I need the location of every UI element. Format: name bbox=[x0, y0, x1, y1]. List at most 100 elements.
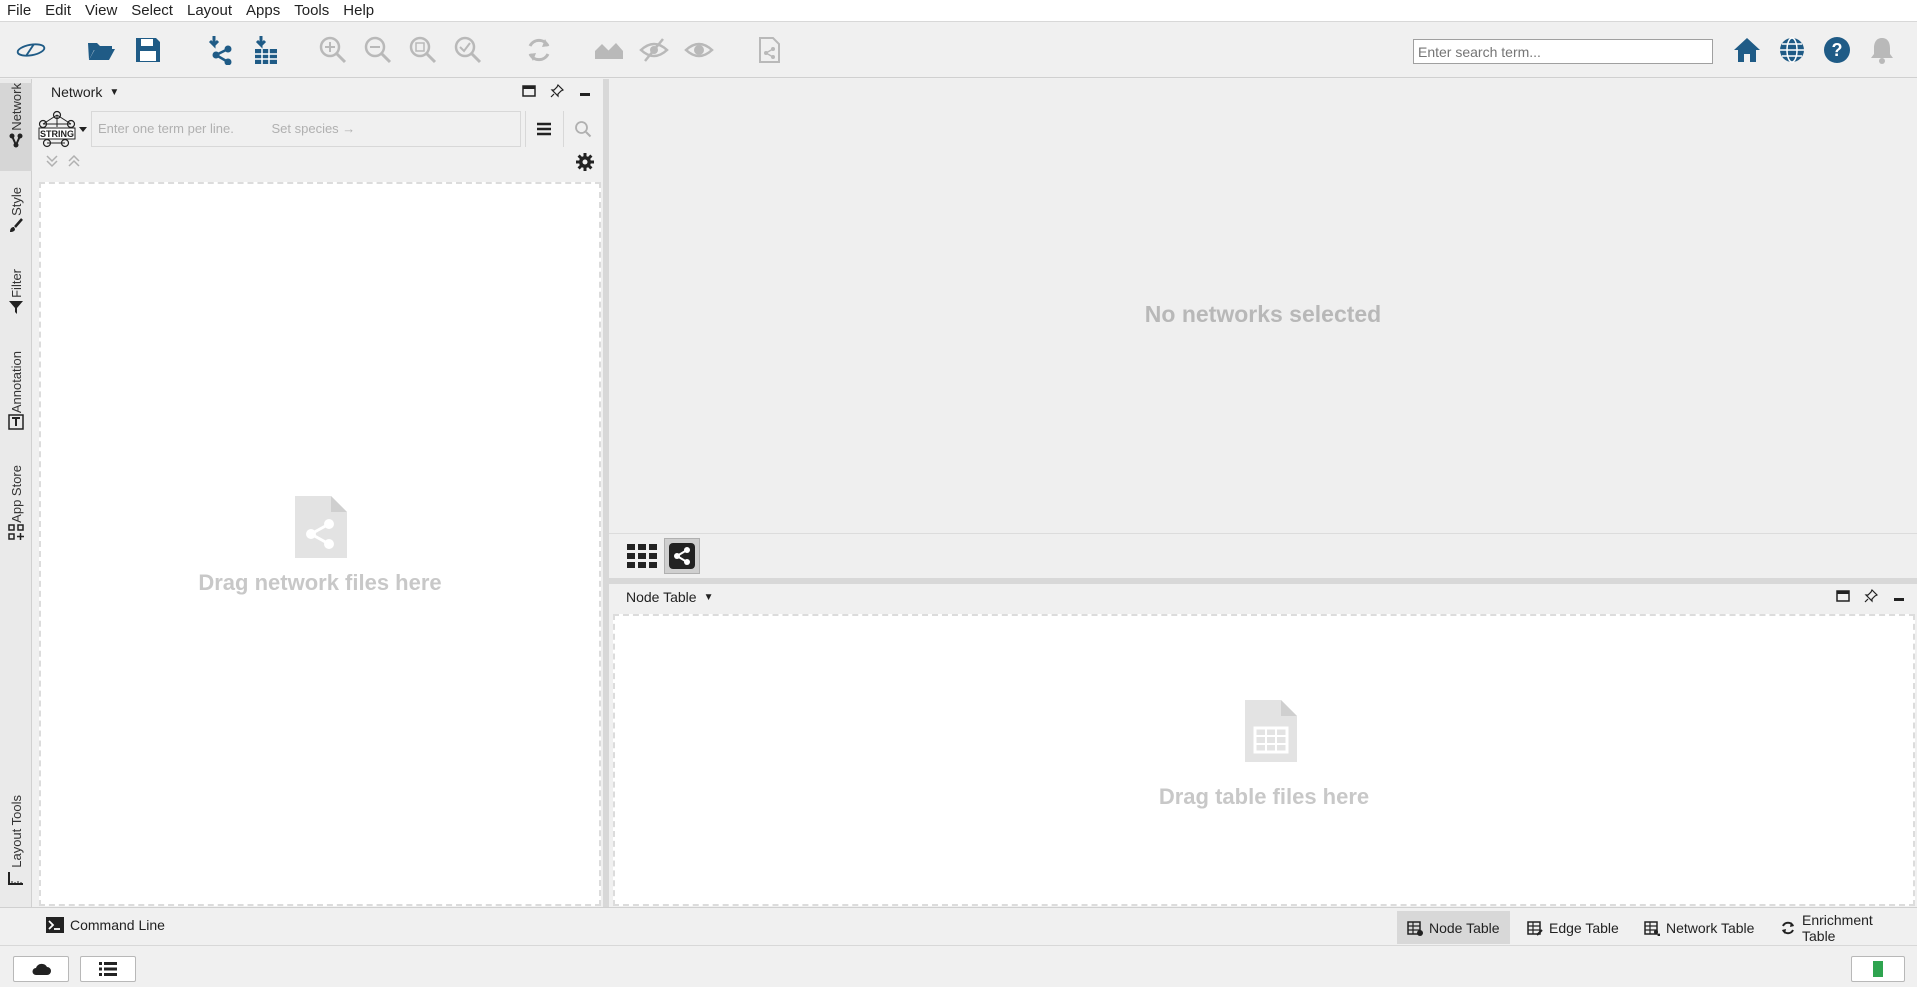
import-table-icon[interactable] bbox=[248, 33, 282, 67]
filter-icon bbox=[7, 298, 25, 316]
search-input[interactable] bbox=[1413, 39, 1713, 64]
text-annotation-icon bbox=[7, 413, 25, 431]
notification-bell-icon[interactable] bbox=[1865, 33, 1899, 67]
help-icon[interactable]: ? bbox=[1820, 33, 1854, 67]
status-bar bbox=[0, 945, 1917, 987]
share-icon bbox=[669, 543, 695, 569]
tab-style[interactable]: Style bbox=[0, 187, 32, 249]
memory-status-button[interactable] bbox=[1851, 956, 1905, 982]
menu-layout[interactable]: Layout bbox=[180, 1, 239, 21]
menu-select[interactable]: Select bbox=[124, 1, 180, 21]
string-logo-text: STRING bbox=[40, 129, 74, 139]
menu-edit[interactable]: Edit bbox=[38, 1, 78, 21]
species-hint[interactable]: Set species → bbox=[271, 121, 355, 136]
table-panel-header: Node Table ▼ bbox=[609, 584, 1917, 610]
tab-app-store[interactable]: App Store bbox=[0, 465, 32, 555]
zoom-fit-icon[interactable] bbox=[406, 33, 440, 67]
cytoscape-logo-icon[interactable] bbox=[14, 33, 48, 67]
table-panel-title[interactable]: Node Table bbox=[626, 589, 697, 605]
no-networks-message: No networks selected bbox=[1144, 301, 1382, 327]
network-panel: Network ▼ STRING Enter one term per line… bbox=[33, 79, 603, 907]
share-icon bbox=[7, 131, 25, 149]
pin-icon[interactable] bbox=[549, 83, 565, 99]
tab-layout-tools[interactable]: Layout Tools bbox=[0, 795, 32, 901]
maximize-icon[interactable] bbox=[1835, 588, 1851, 604]
zoom-in-icon[interactable] bbox=[316, 33, 350, 67]
task-list-button[interactable] bbox=[80, 956, 136, 982]
chevron-down-icon[interactable]: ▼ bbox=[109, 87, 119, 98]
tab-network[interactable]: Network bbox=[0, 83, 32, 171]
menu-help[interactable]: Help bbox=[336, 1, 381, 21]
menu-tools[interactable]: Tools bbox=[287, 1, 336, 21]
show-icon[interactable] bbox=[682, 33, 716, 67]
pin-icon[interactable] bbox=[1863, 588, 1879, 604]
network-panel-title[interactable]: Network bbox=[51, 84, 102, 100]
tab-node-table-label: Node Table bbox=[1429, 919, 1500, 936]
grid-icon bbox=[627, 544, 657, 568]
query-placeholder: Enter one term per line. bbox=[98, 121, 234, 136]
zoom-out-icon[interactable] bbox=[361, 33, 395, 67]
network-file-icon bbox=[293, 494, 349, 563]
command-line-button[interactable]: Command Line bbox=[46, 917, 165, 933]
tab-annotation-label: Annotation bbox=[8, 351, 24, 414]
search-icon bbox=[574, 121, 591, 138]
network-view: No networks selected bbox=[609, 79, 1917, 533]
gear-icon[interactable] bbox=[575, 152, 595, 175]
home-network-icon[interactable] bbox=[592, 33, 626, 67]
cloud-button[interactable] bbox=[13, 956, 69, 982]
network-drop-text: Drag network files here bbox=[198, 570, 442, 595]
edge-table-icon bbox=[1527, 920, 1543, 936]
tab-network-table[interactable]: Network Table bbox=[1634, 911, 1764, 944]
query-search-button[interactable] bbox=[563, 111, 601, 147]
tab-enrichment-table[interactable]: Enrichment Table bbox=[1770, 911, 1917, 944]
options-menu-button[interactable] bbox=[525, 111, 561, 147]
expand-collapse-row bbox=[33, 152, 603, 172]
left-tab-strip: Network Style Filter Annotation App Stor… bbox=[0, 79, 32, 907]
import-network-icon[interactable] bbox=[202, 33, 236, 67]
open-folder-icon[interactable] bbox=[84, 33, 118, 67]
tab-edge-table[interactable]: Edge Table bbox=[1517, 911, 1629, 944]
menu-file[interactable]: File bbox=[0, 1, 38, 21]
minimize-icon[interactable] bbox=[577, 83, 593, 99]
new-network-icon[interactable] bbox=[752, 33, 786, 67]
string-query-row: STRING Enter one term per line. Set spec… bbox=[33, 109, 603, 149]
hamburger-icon bbox=[536, 122, 551, 136]
menu-apps[interactable]: Apps bbox=[239, 1, 287, 21]
globe-icon[interactable] bbox=[1775, 33, 1809, 67]
table-panel: Node Table ▼ Drag table files here bbox=[609, 584, 1917, 907]
refresh-icon[interactable] bbox=[522, 33, 556, 67]
network-drop-area[interactable]: Drag network files here bbox=[39, 182, 601, 906]
home-icon[interactable] bbox=[1730, 33, 1764, 67]
hide-icon[interactable] bbox=[637, 33, 671, 67]
minimize-icon[interactable] bbox=[1891, 588, 1907, 604]
network-table-icon bbox=[1644, 920, 1660, 936]
table-file-icon bbox=[1243, 698, 1299, 767]
tab-edge-table-label: Edge Table bbox=[1549, 919, 1619, 936]
string-query-input[interactable]: Enter one term per line. Set species → bbox=[91, 111, 521, 147]
menu-bar: File Edit View Select Layout Apps Tools … bbox=[0, 0, 1917, 22]
memory-indicator-icon bbox=[1873, 961, 1883, 977]
tab-filter-label: Filter bbox=[8, 269, 24, 298]
terminal-icon bbox=[46, 917, 64, 933]
list-icon bbox=[99, 962, 117, 976]
tab-network-label: Network bbox=[8, 83, 24, 131]
node-table-icon bbox=[1407, 920, 1423, 936]
network-view-button[interactable] bbox=[664, 538, 700, 574]
tab-filter[interactable]: Filter bbox=[0, 269, 32, 331]
svg-text:?: ? bbox=[1832, 40, 1843, 60]
brush-icon bbox=[7, 216, 25, 234]
string-logo-icon[interactable]: STRING bbox=[37, 109, 89, 149]
chevron-down-icon[interactable]: ▼ bbox=[704, 592, 714, 603]
grid-view-button[interactable] bbox=[624, 538, 660, 574]
tab-annotation[interactable]: Annotation bbox=[0, 351, 32, 446]
ruler-icon bbox=[7, 868, 25, 886]
collapse-all-icon[interactable] bbox=[67, 154, 81, 171]
table-drop-area[interactable]: Drag table files here bbox=[613, 614, 1915, 906]
tab-node-table[interactable]: Node Table bbox=[1397, 911, 1510, 944]
save-icon[interactable] bbox=[131, 33, 165, 67]
cloud-icon bbox=[32, 963, 51, 975]
expand-all-icon[interactable] bbox=[45, 154, 59, 171]
zoom-selected-icon[interactable] bbox=[451, 33, 485, 67]
maximize-icon[interactable] bbox=[521, 83, 537, 99]
menu-view[interactable]: View bbox=[78, 1, 124, 21]
